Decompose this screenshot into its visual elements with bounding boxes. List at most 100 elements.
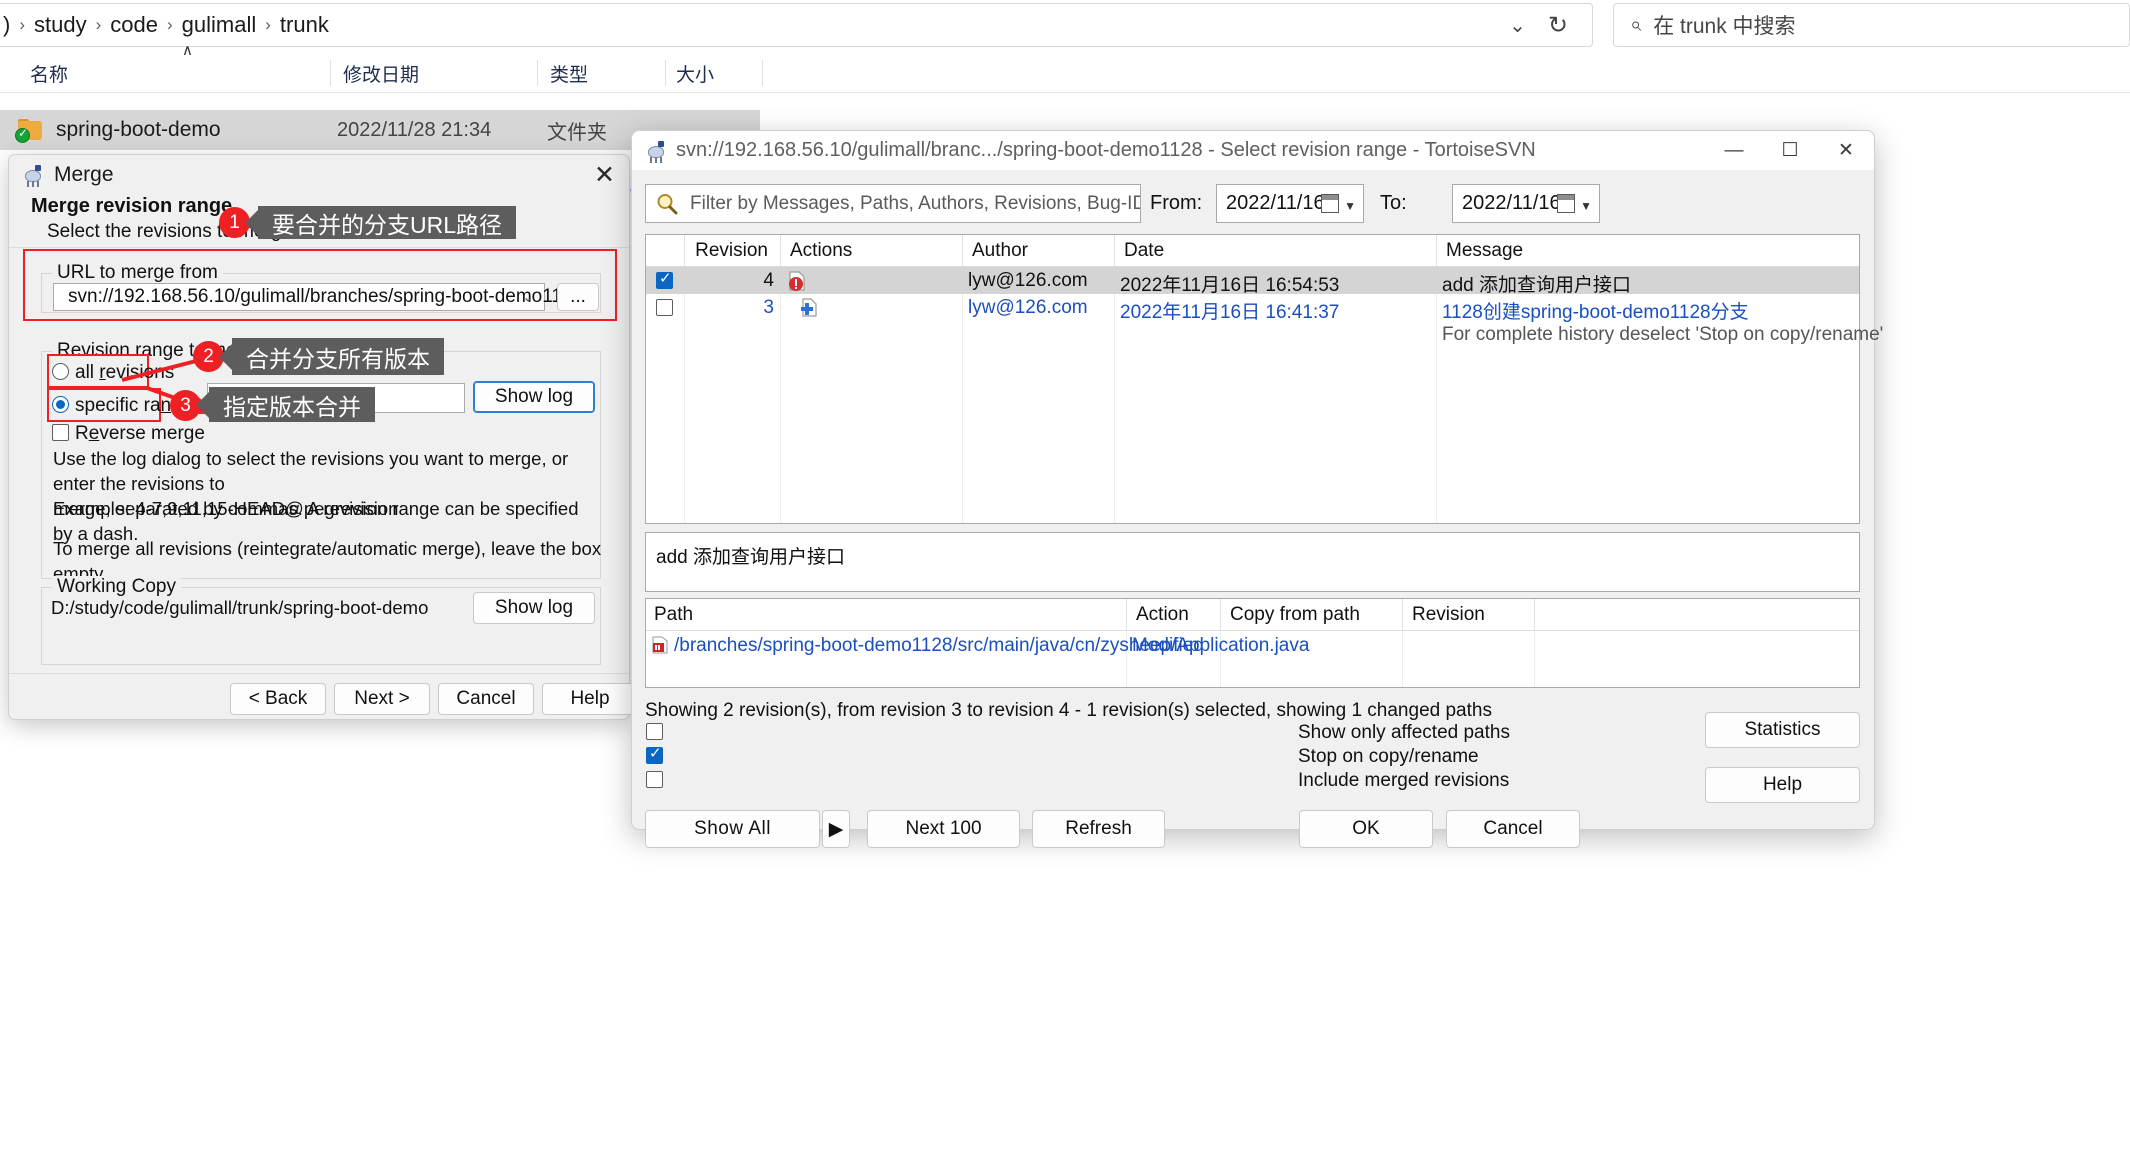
address-bar[interactable]: ) › study › code › gulimall › trunk ⌄ ↻ (0, 3, 1593, 47)
breadcrumb-item-study[interactable]: study (34, 12, 87, 38)
close-icon[interactable]: ✕ (594, 163, 615, 188)
minimize-icon[interactable]: — (1706, 131, 1762, 170)
column-header-revision[interactable]: Revision (684, 235, 774, 267)
breadcrumb-separator: › (95, 15, 102, 34)
maximize-icon[interactable]: ☐ (1762, 131, 1818, 170)
select-revision-range-dialog: svn://192.168.56.10/gulimall/branc.../sp… (631, 130, 1883, 848)
column-divider[interactable] (665, 60, 666, 86)
footer-divider (9, 673, 629, 674)
file-modified-date: 2022/11/28 21:34 (337, 118, 492, 141)
search-input[interactable]: ⌕ 在 trunk 中搜索 (1613, 3, 2130, 47)
calendar-icon[interactable] (1557, 194, 1575, 213)
cancel-button[interactable]: Cancel (1446, 810, 1580, 848)
breadcrumb-leading: ) (3, 12, 11, 37)
table-row[interactable]: 4 lyw@126.com 2022年11月16日 16:54:53 add 添… (646, 267, 1859, 296)
search-placeholder: 在 trunk 中搜索 (1653, 15, 1796, 38)
column-header-actions[interactable]: Actions (782, 235, 962, 267)
changed-paths-list[interactable]: Path Action Copy from path Revision /bra… (645, 598, 1860, 688)
file-name: spring-boot-demo (56, 118, 221, 141)
url-combobox[interactable]: svn://192.168.56.10/gulimall/branches/sp… (53, 283, 583, 311)
breadcrumb-item-gulimall[interactable]: gulimall (182, 12, 257, 38)
column-header-author[interactable]: Author (964, 235, 1104, 267)
chevron-down-icon[interactable]: ⌄ (1509, 13, 1526, 38)
from-label: From: (1150, 192, 1203, 214)
chevron-down-icon[interactable]: ⌄ (522, 289, 534, 306)
cell-revision: 4 (763, 270, 774, 291)
changed-paths-header: Path Action Copy from path Revision (646, 599, 1859, 631)
breadcrumb-item-code[interactable]: code (110, 12, 158, 38)
column-header-size[interactable]: 大小 (676, 53, 756, 93)
column-header-name[interactable]: ∧ 名称 (30, 42, 330, 93)
to-label: To: (1380, 192, 1407, 214)
table-row[interactable]: 3 lyw@126.com 2022年11月16日 16:41:37 1128创… (646, 294, 1859, 323)
chevron-down-icon[interactable]: ▼ (1580, 199, 1592, 213)
row-checkbox[interactable] (656, 299, 673, 316)
to-date-input[interactable]: 2022/11/16 ▼ (1452, 184, 1600, 223)
column-header-message[interactable]: Message (1438, 235, 1778, 267)
checkbox-stop-on-copy-rename-label[interactable]: Stop on copy/rename (1298, 746, 1479, 768)
from-date-input[interactable]: 2022/11/16 ▼ (1216, 184, 1364, 223)
help-button[interactable]: Help (1705, 767, 1860, 803)
breadcrumb-item-trunk[interactable]: trunk (280, 12, 329, 38)
radio-all-revisions[interactable] (52, 363, 69, 380)
show-all-button[interactable]: Show All (645, 810, 820, 848)
column-header-copy-from-path[interactable]: Copy from path (1222, 599, 1402, 631)
column-divider[interactable] (762, 60, 763, 86)
search-icon: ⌕ (1630, 13, 1642, 36)
checkbox-reverse-merge[interactable] (52, 424, 69, 441)
cell-path[interactable]: /branches/spring-boot-demo1128/src/main/… (674, 635, 1309, 657)
working-copy-show-log-button[interactable]: Show log (473, 592, 595, 624)
next-100-button[interactable]: Next 100 (867, 810, 1020, 848)
cell-revision: 3 (763, 297, 774, 318)
column-header-date[interactable]: Date (1116, 235, 1336, 267)
checkbox-reverse-merge-label[interactable]: Reverse merge (75, 423, 205, 445)
modified-icon (788, 271, 806, 291)
row-checkbox[interactable] (656, 269, 673, 289)
column-header-action[interactable]: Action (1128, 599, 1220, 631)
to-date-value: 2022/11/16 (1462, 192, 1561, 214)
tortoisesvn-icon (646, 140, 668, 163)
statistics-button[interactable]: Statistics (1705, 712, 1860, 748)
history-note-row: For complete history deselect 'Stop on c… (646, 321, 1883, 348)
commit-message-box[interactable]: add 添加查询用户接口 (645, 532, 1860, 592)
column-header-type[interactable]: 类型 (550, 53, 660, 93)
breadcrumb-separator: › (19, 15, 25, 34)
back-button[interactable]: < Back (230, 683, 326, 715)
chevron-down-icon[interactable]: ▼ (1344, 199, 1356, 213)
merge-example-text: Example: 4-7,9,11,15-HEAD@pegrevision (53, 498, 399, 519)
checkbox-include-merged-revisions-label[interactable]: Include merged revisions (1298, 770, 1509, 792)
checkbox-show-only-affected-paths-label[interactable]: Show only affected paths (1298, 722, 1510, 744)
checkbox-show-only-affected-paths[interactable] (646, 723, 663, 740)
revision-list[interactable]: Revision Actions Author Date Message 4 (645, 234, 1883, 524)
checkbox-stop-on-copy-rename[interactable] (646, 744, 663, 764)
column-header-modified[interactable]: 修改日期 (343, 53, 533, 93)
merge-dialog-title: Merge (54, 163, 114, 186)
browse-url-button[interactable]: ... (557, 283, 599, 311)
column-divider[interactable] (330, 60, 331, 86)
help-button[interactable]: Help (542, 683, 638, 715)
radio-specific-range[interactable] (52, 396, 69, 413)
refresh-button[interactable]: Refresh (1032, 810, 1165, 848)
checkbox-include-merged-revisions[interactable] (646, 771, 663, 788)
show-all-dropdown-button[interactable]: ▶ (822, 810, 850, 848)
radio-all-revisions-label[interactable]: all revisions (75, 362, 174, 384)
cell-author: lyw@126.com (968, 270, 1088, 291)
cell-message: 1128创建spring-boot-demo1128分支 (1442, 302, 1749, 323)
next-button[interactable]: Next > (334, 683, 430, 715)
url-group-label: URL to merge from (52, 262, 223, 284)
calendar-icon[interactable] (1321, 194, 1339, 213)
table-row[interactable]: /branches/spring-boot-demo1128/src/main/… (646, 632, 1859, 659)
column-header-path-revision[interactable]: Revision (1404, 599, 1534, 631)
ok-button[interactable]: OK (1299, 810, 1433, 848)
breadcrumb-separator: › (265, 15, 271, 34)
close-icon[interactable]: ✕ (1818, 131, 1874, 170)
history-note: For complete history deselect 'Stop on c… (1442, 324, 1884, 345)
java-file-icon (652, 636, 668, 654)
show-log-button[interactable]: Show log (473, 381, 595, 413)
filter-input[interactable]: Filter by Messages, Paths, Authors, Revi… (645, 184, 1141, 223)
cancel-button[interactable]: Cancel (438, 683, 534, 715)
column-header-path[interactable]: Path (646, 599, 1126, 631)
from-date-value: 2022/11/16 (1226, 192, 1325, 214)
refresh-icon[interactable]: ↻ (1548, 11, 1568, 40)
column-divider[interactable] (537, 60, 538, 86)
